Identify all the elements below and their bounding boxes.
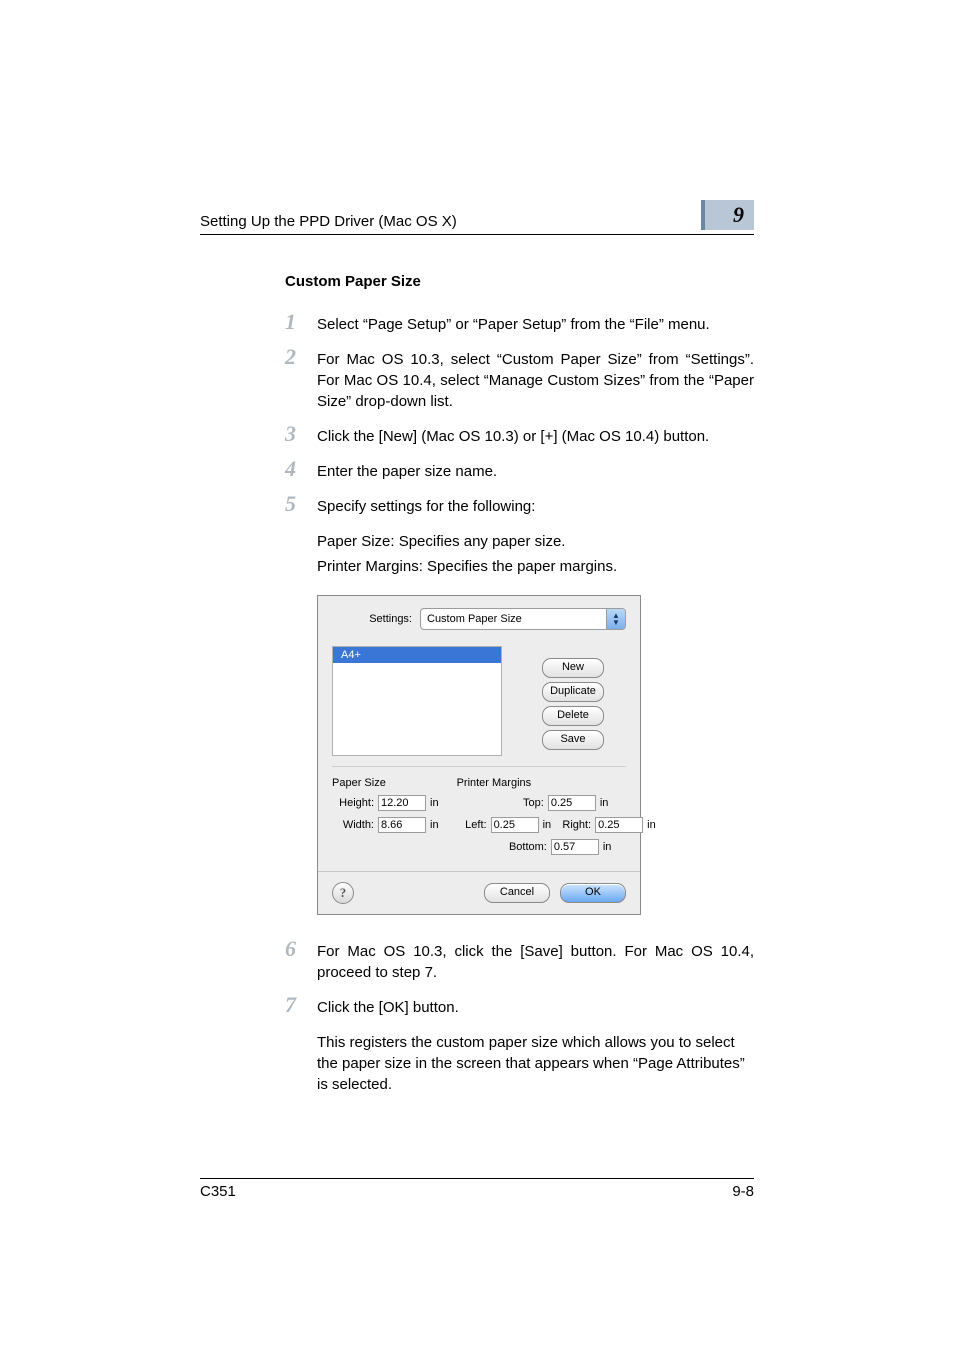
height-label: Height:	[332, 797, 374, 809]
step-5-extra-2: Printer Margins: Specifies the paper mar…	[317, 556, 754, 577]
new-button[interactable]: New	[542, 658, 604, 678]
help-button[interactable]: ?	[332, 882, 354, 904]
step-text-1: Select “Page Setup” or “Paper Setup” fro…	[317, 314, 710, 335]
left-unit: in	[543, 819, 552, 831]
step-text-2: For Mac OS 10.3, select “Custom Paper Si…	[317, 349, 754, 412]
bottom-unit: in	[603, 841, 612, 853]
width-input[interactable]	[378, 817, 426, 833]
paper-size-title: Paper Size	[332, 777, 439, 789]
width-unit: in	[430, 819, 439, 831]
width-label: Width:	[332, 819, 374, 831]
step-number-2: 2	[285, 346, 317, 368]
settings-label: Settings:	[332, 613, 412, 625]
step-text-7: Click the [OK] button.	[317, 997, 459, 1018]
delete-button[interactable]: Delete	[542, 706, 604, 726]
step-number-5: 5	[285, 493, 317, 515]
bottom-input[interactable]	[551, 839, 599, 855]
step-number-6: 6	[285, 938, 317, 960]
running-header: Setting Up the PPD Driver (Mac OS X)	[200, 213, 457, 230]
step-number-4: 4	[285, 458, 317, 480]
select-arrows-icon: ▲▼	[606, 609, 625, 629]
settings-select[interactable]: Custom Paper Size ▲▼	[420, 608, 626, 630]
ok-button[interactable]: OK	[560, 883, 626, 903]
paper-size-list-item-selected[interactable]: A4+	[333, 647, 501, 663]
top-label: Top:	[504, 797, 544, 809]
printer-margins-title: Printer Margins	[457, 777, 656, 789]
duplicate-button[interactable]: Duplicate	[542, 682, 604, 702]
top-unit: in	[600, 797, 609, 809]
step-7-extra-1: This registers the custom paper size whi…	[317, 1032, 754, 1095]
footer-page-number: 9-8	[732, 1183, 754, 1200]
right-unit: in	[647, 819, 656, 831]
right-label: Right:	[557, 819, 591, 831]
step-text-6: For Mac OS 10.3, click the [Save] button…	[317, 941, 754, 983]
step-5-extra-1: Paper Size: Specifies any paper size.	[317, 531, 754, 552]
step-text-3: Click the [New] (Mac OS 10.3) or [+] (Ma…	[317, 426, 709, 447]
step-text-5: Specify settings for the following:	[317, 496, 535, 517]
custom-paper-size-dialog: Settings: Custom Paper Size ▲▼ A4+ New D…	[317, 595, 754, 915]
section-title: Custom Paper Size	[285, 273, 754, 290]
step-number-1: 1	[285, 311, 317, 333]
save-button[interactable]: Save	[542, 730, 604, 750]
paper-size-list[interactable]: A4+	[332, 646, 502, 756]
right-input[interactable]	[595, 817, 643, 833]
left-label: Left:	[457, 819, 487, 831]
height-input[interactable]	[378, 795, 426, 811]
bottom-label: Bottom:	[501, 841, 547, 853]
footer-model: C351	[200, 1183, 236, 1200]
chapter-badge: 9	[701, 200, 754, 230]
step-number-3: 3	[285, 423, 317, 445]
height-unit: in	[430, 797, 439, 809]
left-input[interactable]	[491, 817, 539, 833]
step-text-4: Enter the paper size name.	[317, 461, 497, 482]
top-input[interactable]	[548, 795, 596, 811]
step-number-7: 7	[285, 994, 317, 1016]
cancel-button[interactable]: Cancel	[484, 883, 550, 903]
settings-select-value: Custom Paper Size	[421, 609, 606, 629]
